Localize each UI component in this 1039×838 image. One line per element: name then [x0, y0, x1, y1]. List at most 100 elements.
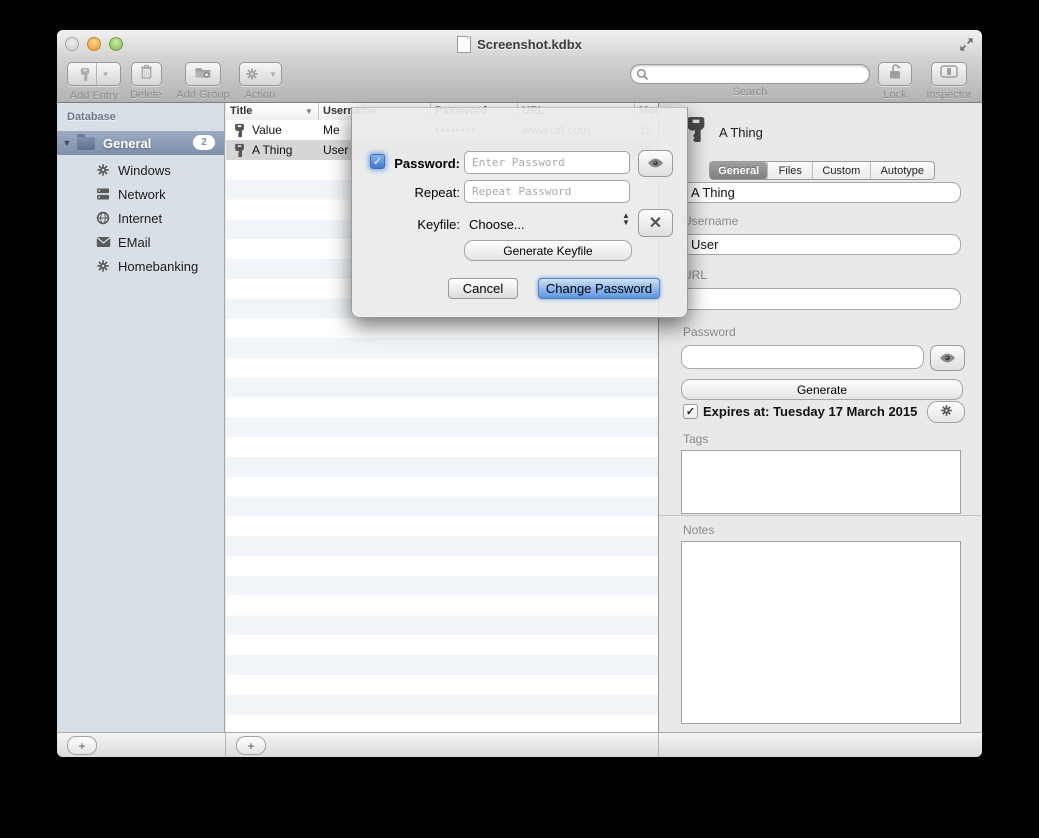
sheet-password-label: Password:: [384, 156, 460, 171]
password-field[interactable]: [681, 345, 924, 369]
tab-custom[interactable]: Custom: [812, 162, 869, 179]
column-header-title[interactable]: Title: [230, 105, 252, 117]
url-field[interactable]: [681, 288, 961, 310]
inspector-label: Inspector: [923, 89, 975, 101]
sidebar-section-header: Database: [67, 111, 116, 123]
add-group-button[interactable]: [185, 62, 221, 86]
notes-label: Notes: [683, 523, 714, 537]
eye-icon: [939, 351, 956, 366]
add-entry-button[interactable]: ▾: [67, 62, 121, 86]
username-field[interactable]: [681, 234, 961, 255]
add-group-label: Add Group: [173, 89, 233, 101]
add-entry-label: Add Entry: [65, 90, 123, 102]
column-divider[interactable]: [318, 103, 319, 120]
cancel-button[interactable]: Cancel: [448, 278, 518, 299]
password-label: Password: [683, 325, 736, 339]
email-icon: [95, 236, 111, 248]
delete-label: Delete: [127, 89, 165, 101]
folder-plus-icon: [194, 65, 212, 84]
window-title-group: Screenshot.kdbx: [57, 30, 982, 58]
sidebar-item-label: Network: [118, 187, 166, 202]
generate-keyfile-button[interactable]: Generate Keyfile: [464, 240, 632, 261]
disclosure-triangle-icon[interactable]: ▼: [57, 138, 77, 148]
delete-button[interactable]: [131, 62, 162, 86]
info-icon: [940, 65, 958, 83]
pane-divider: [225, 733, 226, 757]
sidebar-item-label: Windows: [118, 163, 171, 178]
expires-checkbox[interactable]: ✓: [683, 404, 698, 419]
fullscreen-icon[interactable]: [958, 36, 975, 53]
key-icon: [74, 63, 96, 85]
title-field[interactable]: [681, 182, 961, 203]
lock-button[interactable]: [878, 62, 912, 86]
change-password-button[interactable]: Change Password: [538, 278, 660, 299]
inspector-tabs: General Files Custom Autotype: [709, 161, 935, 180]
sheet-password-input[interactable]: [464, 151, 630, 174]
entry-count-badge: 2: [193, 135, 215, 150]
inspector-panel: A Thing General Files Custom Autotype Us…: [659, 103, 982, 732]
gear-icon: [95, 163, 111, 177]
add-group-plus-button[interactable]: +: [67, 736, 97, 755]
window-title: Screenshot.kdbx: [477, 37, 582, 52]
trash-icon: [140, 64, 153, 84]
action-button[interactable]: ▾: [239, 62, 282, 86]
content-area: Database ▼ General 2 Windows Network: [57, 103, 982, 732]
username-label: Username: [683, 214, 738, 228]
inspector-button[interactable]: [931, 62, 967, 86]
sidebar-item-label: Internet: [118, 211, 162, 226]
chevron-down-icon[interactable]: ▾: [265, 63, 282, 85]
generate-password-button[interactable]: Generate: [681, 379, 963, 400]
sidebar-group-general[interactable]: ▼ General 2: [57, 131, 224, 155]
group-sidebar: Database ▼ General 2 Windows Network: [57, 103, 225, 732]
stepper-icon[interactable]: ▲ ▼: [622, 212, 630, 226]
search-label: Search: [630, 86, 870, 98]
folder-icon: [77, 137, 95, 150]
section-divider: [659, 515, 982, 516]
reveal-password-button[interactable]: [930, 345, 965, 371]
sidebar-item-windows[interactable]: Windows: [57, 158, 224, 182]
inspector-entry-title: A Thing: [719, 125, 763, 140]
reveal-password-button[interactable]: [638, 150, 673, 177]
gear-icon: [940, 404, 953, 420]
network-icon: [95, 187, 111, 201]
keyfile-popup[interactable]: Choose...: [469, 217, 525, 232]
tags-field[interactable]: [681, 450, 961, 514]
title-bar[interactable]: Screenshot.kdbx: [57, 30, 982, 58]
gear-icon: [95, 259, 111, 273]
entry-title: A Thing: [252, 143, 292, 157]
add-entry-plus-button[interactable]: +: [236, 736, 266, 755]
clear-keyfile-button[interactable]: ✕: [638, 209, 673, 237]
password-checkbox[interactable]: ✓: [370, 154, 385, 169]
tab-general[interactable]: General: [710, 162, 767, 179]
search-icon: [636, 68, 649, 86]
chevron-down-icon[interactable]: ▾: [97, 63, 114, 85]
action-label: Action: [237, 89, 283, 101]
change-password-sheet: ✓ Password: Repeat: Keyfile: Choose... ▲…: [351, 107, 688, 318]
tab-files[interactable]: Files: [767, 162, 812, 179]
key-icon: [234, 143, 245, 161]
globe-icon: [95, 211, 111, 225]
sheet-keyfile-label: Keyfile:: [384, 217, 460, 232]
group-label: General: [103, 136, 151, 151]
search-input[interactable]: [630, 64, 870, 84]
toolbar: ▾ Add Entry Delete Add Group: [57, 58, 982, 103]
tab-autotype[interactable]: Autotype: [870, 162, 934, 179]
sidebar-item-internet[interactable]: Internet: [57, 206, 224, 230]
lock-label: Lock: [877, 89, 913, 101]
app-window: Screenshot.kdbx ▾ Add Entry Delete: [57, 30, 982, 757]
expires-settings-button[interactable]: [927, 401, 965, 423]
pane-divider: [658, 733, 659, 757]
document-icon: [457, 36, 471, 53]
gear-icon: [239, 63, 265, 85]
notes-field[interactable]: [681, 541, 961, 724]
stepper-down-icon[interactable]: ▼: [622, 219, 630, 226]
sort-descending-icon: ▼: [305, 107, 313, 116]
bottom-bar: + +: [57, 732, 982, 757]
sheet-repeat-input[interactable]: [464, 180, 630, 203]
sidebar-item-network[interactable]: Network: [57, 182, 224, 206]
sidebar-item-email[interactable]: EMail: [57, 230, 224, 254]
expires-label: Expires at: Tuesday 17 March 2015: [703, 404, 917, 419]
sidebar-item-homebanking[interactable]: Homebanking: [57, 254, 224, 278]
key-icon: [234, 123, 245, 141]
key-icon: [686, 114, 706, 148]
